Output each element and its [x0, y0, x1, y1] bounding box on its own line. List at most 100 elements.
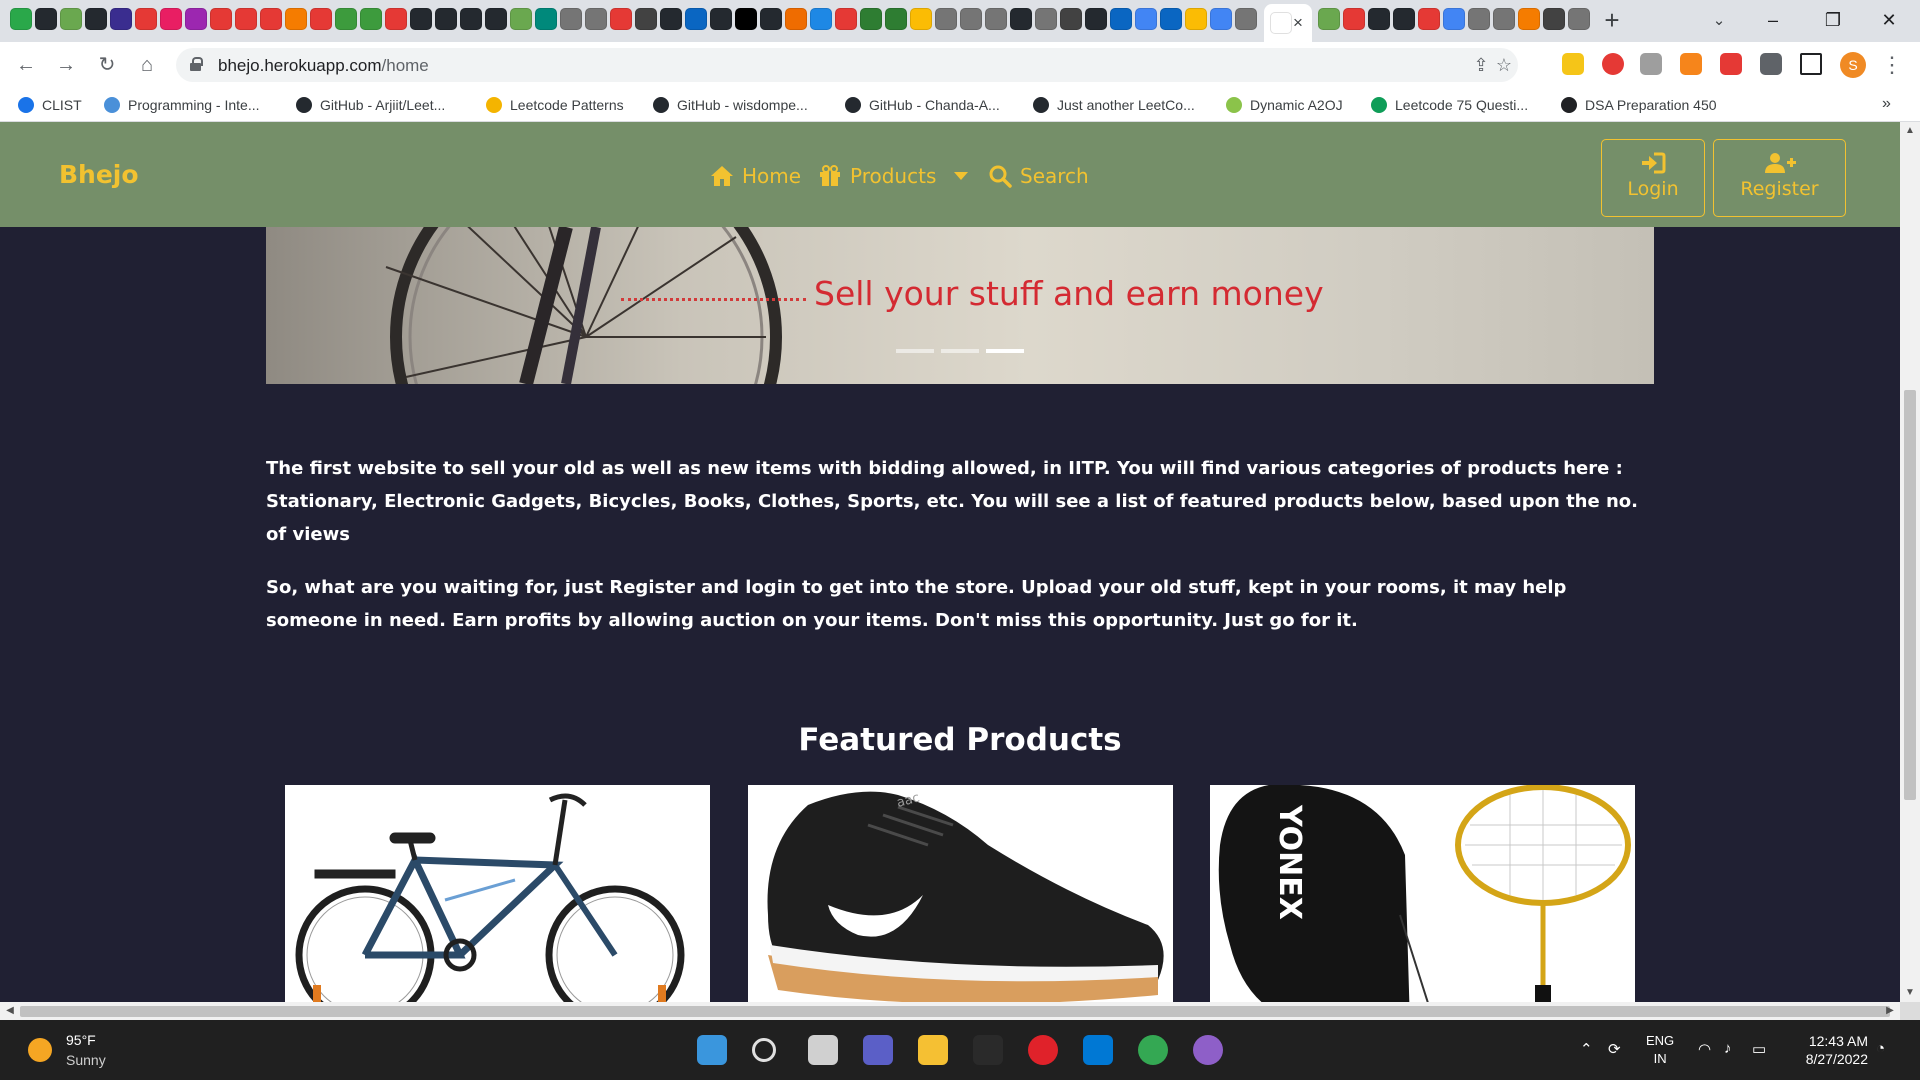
- brand-logo[interactable]: Bhejo: [59, 160, 139, 189]
- tab-favicon[interactable]: [160, 8, 182, 30]
- bookmark-star-icon[interactable]: ☆: [1492, 53, 1516, 77]
- chevron-up-icon[interactable]: ⌃: [1580, 1040, 1593, 1058]
- tab-favicon[interactable]: [535, 8, 557, 30]
- tab-favicon[interactable]: [1135, 8, 1157, 30]
- address-bar[interactable]: bhejo.herokuapp.com/home ⇪ ☆: [176, 48, 1518, 82]
- vscode-icon[interactable]: [1083, 1035, 1113, 1065]
- carousel-indicator-1[interactable]: [896, 349, 934, 353]
- tab-favicon[interactable]: [1468, 8, 1490, 30]
- tab-search-chevron-icon[interactable]: ⌄: [1706, 8, 1732, 34]
- tab-favicon[interactable]: [185, 8, 207, 30]
- more-bookmarks-icon[interactable]: »: [1882, 95, 1891, 113]
- metamask-icon[interactable]: [1680, 53, 1702, 75]
- tab-favicon[interactable]: [635, 8, 657, 30]
- search-icon[interactable]: [752, 1038, 776, 1062]
- extension-icon[interactable]: [1720, 53, 1742, 75]
- tab-favicon[interactable]: [1543, 8, 1565, 30]
- tab-favicon[interactable]: [1085, 8, 1107, 30]
- tab-favicon[interactable]: [935, 8, 957, 30]
- bookmark-dsa-450[interactable]: DSA Preparation 450: [1561, 95, 1717, 115]
- tab-favicon[interactable]: [210, 8, 232, 30]
- scroll-up-arrow-icon[interactable]: ▲: [1900, 122, 1920, 140]
- weather-temperature[interactable]: 95°F: [66, 1032, 96, 1048]
- windows-start-icon[interactable]: [697, 1035, 727, 1065]
- scroll-down-arrow-icon[interactable]: ▼: [1900, 984, 1920, 1002]
- tab-favicon[interactable]: [960, 8, 982, 30]
- sync-icon[interactable]: ⟳: [1608, 1040, 1621, 1058]
- tab-favicon[interactable]: [1368, 8, 1390, 30]
- tab-favicon[interactable]: [1060, 8, 1082, 30]
- nav-products[interactable]: Products: [818, 164, 969, 188]
- product-card-bicycle[interactable]: [285, 785, 710, 1002]
- tab-favicon[interactable]: [385, 8, 407, 30]
- file-explorer-icon[interactable]: [918, 1035, 948, 1065]
- tab-favicon[interactable]: [510, 8, 532, 30]
- close-window-button[interactable]: ✕: [1866, 4, 1912, 36]
- extension-icon[interactable]: [1640, 53, 1662, 75]
- tab-favicon[interactable]: [110, 8, 132, 30]
- tab-favicon[interactable]: [785, 8, 807, 30]
- tab-favicon[interactable]: [560, 8, 582, 30]
- weather-condition[interactable]: Sunny: [66, 1052, 106, 1068]
- lightning-app-icon[interactable]: [973, 1035, 1003, 1065]
- bookmark-clist[interactable]: CLIST: [18, 95, 82, 115]
- volume-icon[interactable]: ♪: [1724, 1040, 1732, 1057]
- bookmark-github-wisdompe[interactable]: GitHub - wisdompe...: [653, 95, 808, 115]
- tab-favicon[interactable]: [860, 8, 882, 30]
- minimize-button[interactable]: –: [1750, 4, 1796, 36]
- forward-arrow-icon[interactable]: →: [52, 51, 80, 79]
- new-tab-button[interactable]: +: [1598, 7, 1626, 35]
- tab-favicon[interactable]: [1518, 8, 1540, 30]
- home-icon[interactable]: ⌂: [133, 51, 161, 79]
- task-view-icon[interactable]: [808, 1035, 838, 1065]
- tab-favicon[interactable]: [735, 8, 757, 30]
- bookmark-leetcode-75[interactable]: Leetcode 75 Questi...: [1371, 95, 1528, 115]
- opera-icon[interactable]: [1028, 1035, 1058, 1065]
- tab-favicon[interactable]: [760, 8, 782, 30]
- tab-favicon[interactable]: [135, 8, 157, 30]
- tab-favicon[interactable]: [1493, 8, 1515, 30]
- bookmark-github-chanda[interactable]: GitHub - Chanda-A...: [845, 95, 1000, 115]
- scroll-left-arrow-icon[interactable]: ◀: [0, 1002, 20, 1020]
- tab-favicon[interactable]: [1110, 8, 1132, 30]
- login-button[interactable]: Login: [1601, 139, 1705, 217]
- tab-favicon[interactable]: [910, 8, 932, 30]
- tab-favicon[interactable]: [710, 8, 732, 30]
- tab-favicon[interactable]: [585, 8, 607, 30]
- product-card-racket[interactable]: YONEX: [1210, 785, 1635, 1002]
- github-desktop-icon[interactable]: [1193, 1035, 1223, 1065]
- tab-favicon[interactable]: [435, 8, 457, 30]
- tab-favicon[interactable]: [835, 8, 857, 30]
- language-indicator[interactable]: ENG IN: [1646, 1032, 1674, 1068]
- url-text[interactable]: bhejo.herokuapp.com/home: [218, 56, 429, 76]
- tab-favicon[interactable]: [60, 8, 82, 30]
- tab-favicon[interactable]: [985, 8, 1007, 30]
- maximize-button[interactable]: ❐: [1810, 4, 1856, 36]
- chrome-icon[interactable]: [1138, 1035, 1168, 1065]
- horizontal-scroll-thumb[interactable]: [20, 1006, 1890, 1017]
- tab-favicon[interactable]: [10, 8, 32, 30]
- extension-icon[interactable]: [1562, 53, 1584, 75]
- tab-favicon[interactable]: [310, 8, 332, 30]
- bookmark-dynamic-a2oj[interactable]: Dynamic A2OJ: [1226, 95, 1343, 115]
- share-icon[interactable]: ⇪: [1469, 53, 1493, 77]
- register-button[interactable]: Register: [1713, 139, 1846, 217]
- carousel-indicator-3[interactable]: [986, 349, 1024, 353]
- opera-extension-icon[interactable]: [1602, 53, 1624, 75]
- product-card-shoe[interactable]: aac: [748, 785, 1173, 1002]
- tab-favicon[interactable]: [685, 8, 707, 30]
- menu-icon[interactable]: ⋮: [1880, 51, 1904, 79]
- active-tab[interactable]: ×: [1264, 4, 1312, 42]
- puzzle-icon[interactable]: [1760, 53, 1782, 75]
- tab-favicon[interactable]: [1318, 8, 1340, 30]
- back-arrow-icon[interactable]: ←: [12, 51, 40, 79]
- wifi-icon[interactable]: ◠: [1698, 1040, 1711, 1058]
- tab-favicon[interactable]: [1160, 8, 1182, 30]
- tab-favicon[interactable]: [1443, 8, 1465, 30]
- profile-avatar[interactable]: S: [1840, 52, 1866, 78]
- teams-chat-icon[interactable]: [863, 1035, 893, 1065]
- tab-favicon[interactable]: [285, 8, 307, 30]
- nav-home[interactable]: Home: [710, 164, 801, 188]
- tab-favicon[interactable]: [885, 8, 907, 30]
- tab-favicon[interactable]: [360, 8, 382, 30]
